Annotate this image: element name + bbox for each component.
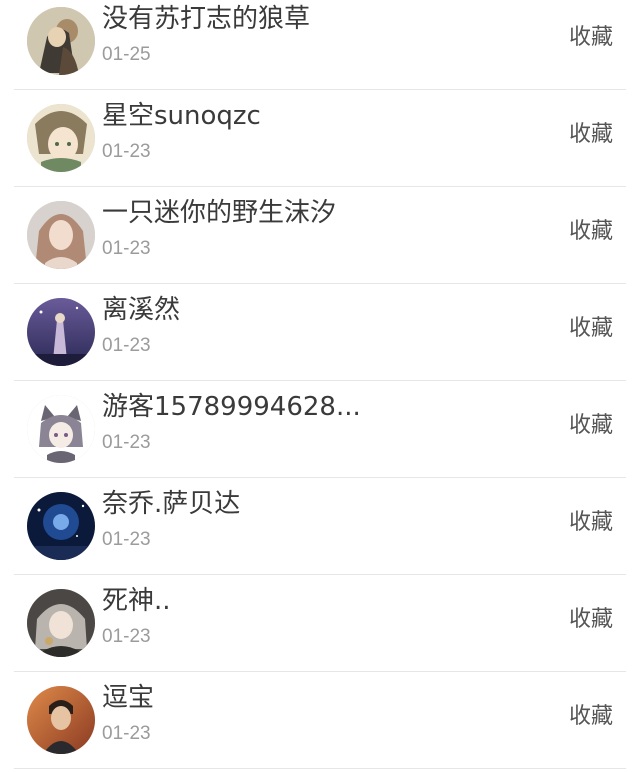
man-portrait-avatar-icon[interactable] xyxy=(27,686,95,754)
username[interactable]: 星空sunoqzc xyxy=(102,100,261,132)
list-item[interactable]: 没有苏打志的狼草 01-25 收藏 xyxy=(0,0,640,90)
anime-grey-hair-avatar-icon[interactable] xyxy=(27,589,95,657)
collect-button[interactable]: 收藏 xyxy=(569,120,613,150)
date-label: 01-23 xyxy=(102,432,151,453)
blue-galaxy-avatar-icon[interactable] xyxy=(27,492,95,560)
collect-button[interactable]: 收藏 xyxy=(569,508,613,538)
collect-button[interactable]: 收藏 xyxy=(569,314,613,344)
list-item[interactable]: 逗宝 01-23 收藏 xyxy=(0,672,640,769)
username[interactable]: 一只迷你的野生沫汐 xyxy=(102,197,336,229)
follower-list: 没有苏打志的狼草 01-25 收藏 星空sunoqzc 01-23 收藏 一只迷… xyxy=(0,0,640,773)
username[interactable]: 逗宝 xyxy=(102,682,154,714)
collect-button[interactable]: 收藏 xyxy=(569,702,613,732)
collect-button[interactable]: 收藏 xyxy=(569,217,613,247)
collect-button[interactable]: 收藏 xyxy=(569,23,613,53)
list-item[interactable]: 一只迷你的野生沫汐 01-23 收藏 xyxy=(0,187,640,284)
date-label: 01-23 xyxy=(102,723,151,744)
list-item[interactable]: 星空sunoqzc 01-23 收藏 xyxy=(0,90,640,187)
date-label: 01-23 xyxy=(102,529,151,550)
date-label: 01-23 xyxy=(102,335,151,356)
list-item[interactable]: 游客15789994628... 01-23 收藏 xyxy=(0,381,640,478)
username[interactable]: 死神.. xyxy=(102,585,171,617)
vintage-couple-avatar-icon[interactable] xyxy=(27,7,95,75)
night-sky-avatar-icon[interactable] xyxy=(27,298,95,366)
date-label: 01-23 xyxy=(102,141,151,162)
collect-button[interactable]: 收藏 xyxy=(569,605,613,635)
username[interactable]: 游客15789994628... xyxy=(102,391,361,423)
username[interactable]: 没有苏打志的狼草 xyxy=(102,3,310,35)
date-label: 01-25 xyxy=(102,44,151,65)
username[interactable]: 奈乔.萨贝达 xyxy=(102,488,240,520)
divider xyxy=(14,768,626,769)
date-label: 01-23 xyxy=(102,238,151,259)
anime-cat-ear-avatar-icon[interactable] xyxy=(27,104,95,172)
collect-button[interactable]: 收藏 xyxy=(569,411,613,441)
list-item[interactable]: 死神.. 01-23 收藏 xyxy=(0,575,640,672)
girl-portrait-avatar-icon[interactable] xyxy=(27,201,95,269)
anime-catgirl-avatar-icon[interactable] xyxy=(27,395,95,463)
list-item[interactable]: 离溪然 01-23 收藏 xyxy=(0,284,640,381)
date-label: 01-23 xyxy=(102,626,151,647)
username[interactable]: 离溪然 xyxy=(102,294,180,326)
list-item[interactable]: 奈乔.萨贝达 01-23 收藏 xyxy=(0,478,640,575)
